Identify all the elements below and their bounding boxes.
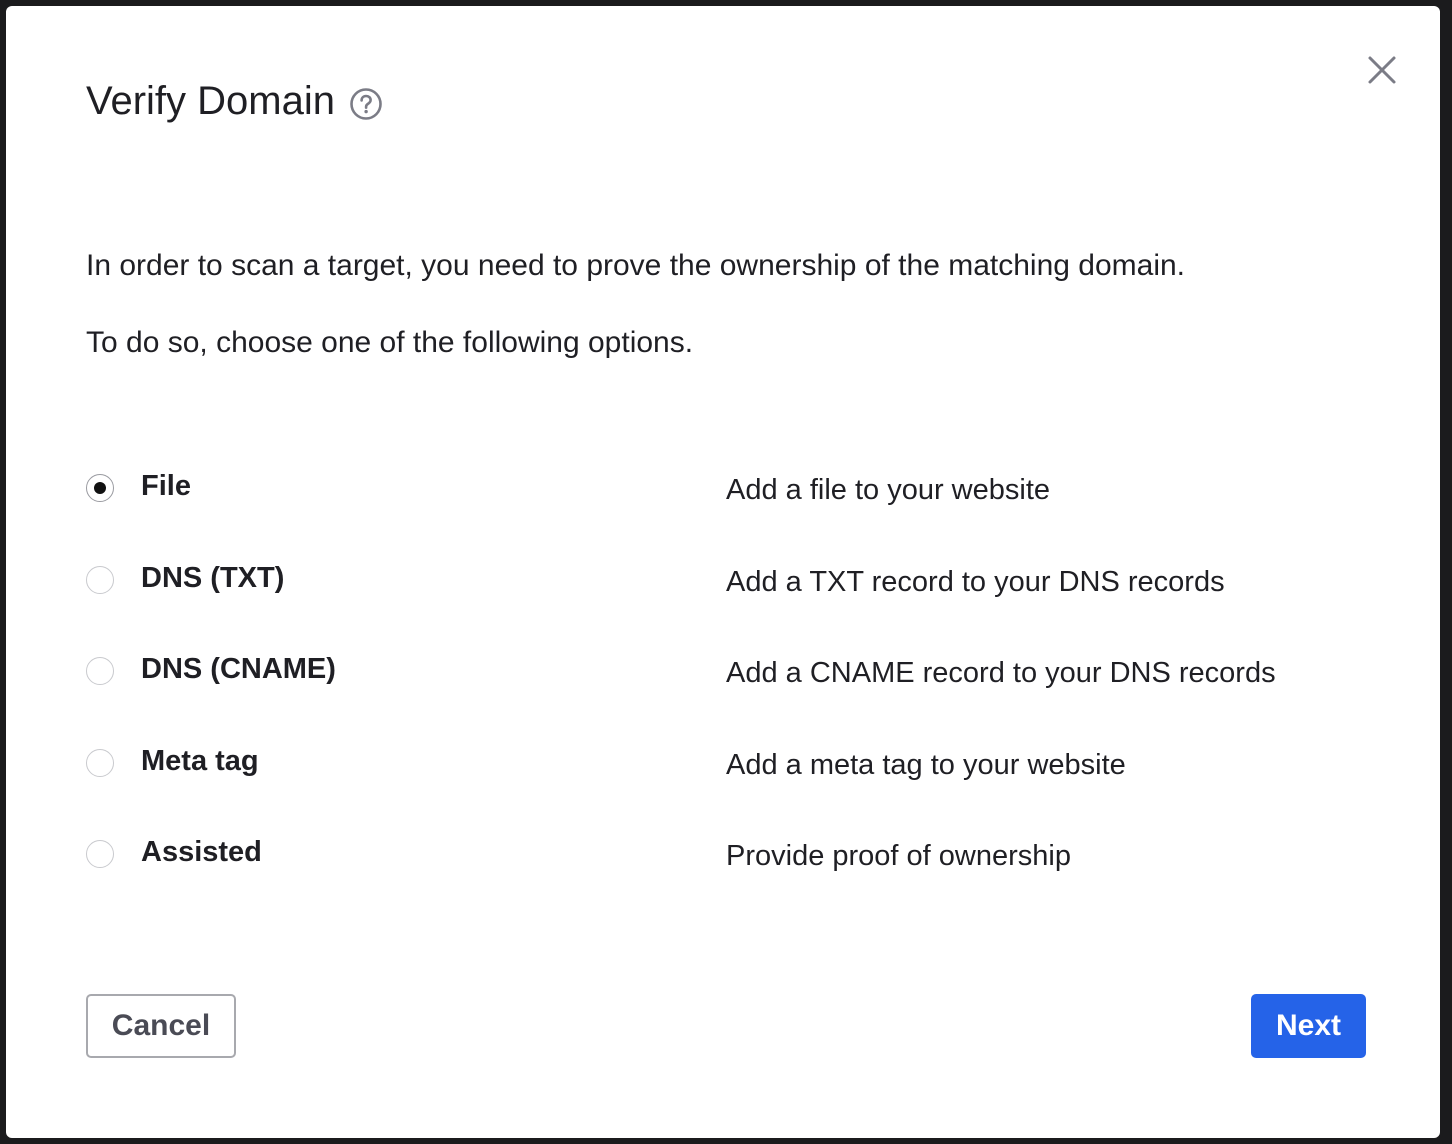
help-icon[interactable] <box>349 84 383 120</box>
radio-dns-txt[interactable] <box>86 565 114 594</box>
dialog-title: Verify Domain <box>86 79 335 123</box>
option-description: Add a meta tag to your website <box>726 748 1126 781</box>
option-description: Add a TXT record to your DNS records <box>726 565 1225 598</box>
instruction-text: To do so, choose one of the following op… <box>86 326 694 359</box>
cancel-button[interactable]: Cancel <box>86 994 236 1058</box>
option-description: Provide proof of ownership <box>726 840 1071 872</box>
close-button[interactable] <box>1362 50 1402 90</box>
verify-domain-dialog: Verify Domain In order to scan a target,… <box>6 6 1440 1138</box>
option-label: DNS (TXT) <box>141 561 285 594</box>
option-label: DNS (CNAME) <box>141 653 336 685</box>
close-icon <box>1368 56 1396 84</box>
intro-text: In order to scan a target, you need to p… <box>86 249 1185 282</box>
next-button[interactable]: Next <box>1251 994 1366 1058</box>
option-dns-txt[interactable]: DNS (TXT) Add a TXT record to your DNS r… <box>86 534 1386 626</box>
radio-dns-cname[interactable] <box>86 657 114 685</box>
option-description: Add a file to your website <box>726 474 1051 506</box>
verification-options: File Add a file to your website DNS (TXT… <box>86 442 1386 900</box>
radio-assisted[interactable] <box>86 840 114 868</box>
option-label: Assisted <box>141 836 262 868</box>
radio-meta-tag[interactable] <box>86 748 114 777</box>
dialog-title-row: Verify Domain <box>86 77 383 125</box>
option-label: Meta tag <box>141 744 259 777</box>
option-label: File <box>141 470 191 502</box>
option-assisted[interactable]: Assisted Provide proof of ownership <box>86 808 1386 900</box>
option-file[interactable]: File Add a file to your website <box>86 442 1386 534</box>
option-dns-cname[interactable]: DNS (CNAME) Add a CNAME record to your D… <box>86 625 1386 717</box>
option-description: Add a CNAME record to your DNS records <box>726 657 1276 689</box>
option-meta-tag[interactable]: Meta tag Add a meta tag to your website <box>86 717 1386 809</box>
radio-file[interactable] <box>86 474 114 502</box>
